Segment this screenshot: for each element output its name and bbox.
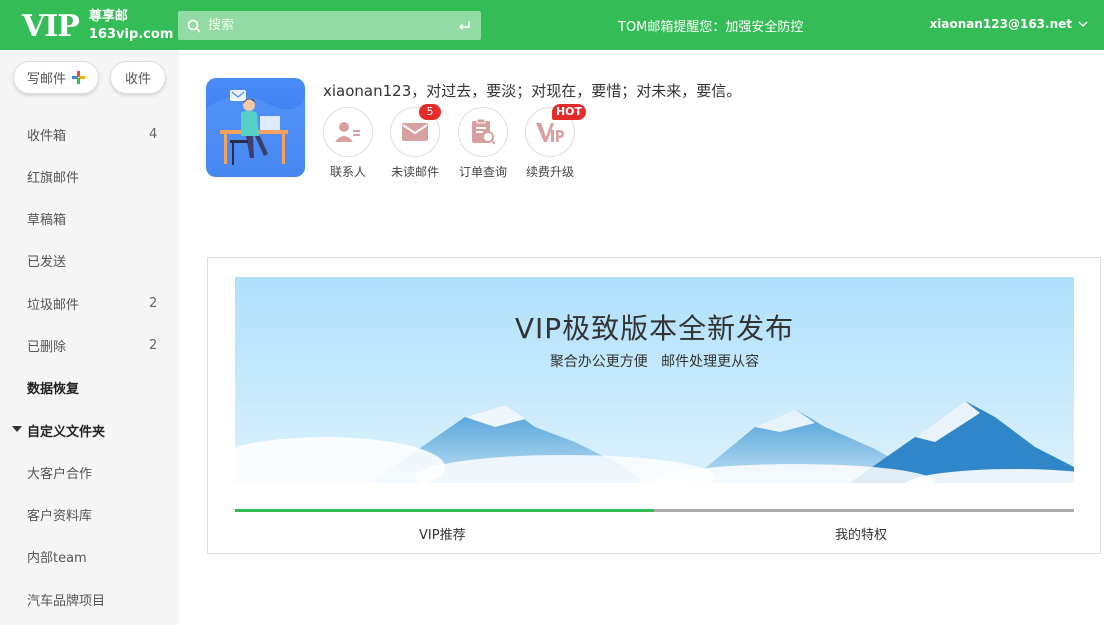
search-box[interactable] — [178, 11, 481, 40]
logo-text: 尊享邮 163vip.com — [89, 8, 174, 44]
logo[interactable]: VIP 尊享邮 163vip.com — [22, 6, 173, 46]
custom-folder-item[interactable]: 汽车品牌项目 — [0, 584, 179, 614]
caret-down-icon — [12, 426, 22, 432]
custom-folder-item[interactable]: 内部team — [0, 541, 179, 571]
avatar[interactable] — [206, 78, 305, 177]
quick-orders[interactable]: 订单查询 — [453, 107, 513, 180]
vip-icon — [536, 123, 564, 142]
banner-tab-bar — [235, 509, 1074, 512]
custom-folder-item[interactable]: 客户资料库 — [0, 499, 179, 529]
tab-my-privileges[interactable]: 我的特权 — [835, 524, 887, 543]
folder-spam[interactable]: 垃圾邮件 2 — [0, 288, 179, 318]
hot-badge: HOT — [551, 104, 586, 120]
logo-domain: 163vip.com — [88, 27, 174, 42]
promo-banner[interactable]: VIP极致版本全新发布 聚合办公更方便 邮件处理更从容 — [235, 277, 1074, 493]
security-notice: TOM邮箱提醒您：加强安全防控 — [618, 20, 804, 35]
folder-label: 汽车品牌项目 — [27, 593, 106, 609]
folder-label: 大客户合作 — [27, 466, 93, 482]
folder-label: 已发送 — [27, 254, 67, 270]
quick-renew[interactable]: HOT 续费升级 — [520, 104, 586, 180]
folder-label: 红旗邮件 — [27, 170, 80, 186]
folder-label: 收件箱 — [27, 128, 67, 144]
custom-folders-label: 自定义文件夹 — [27, 424, 106, 440]
search-icon — [187, 19, 201, 33]
account-menu[interactable]: xiaonan123@163.net — [930, 17, 1088, 31]
folder-label: 草稿箱 — [27, 212, 67, 228]
quick-label: 未读邮件 — [390, 165, 439, 179]
chevron-down-icon — [1078, 21, 1088, 27]
folder-inbox[interactable]: 收件箱 4 — [0, 119, 179, 149]
custom-folder-item[interactable]: 大客户合作 — [0, 457, 179, 487]
sidebar: 写邮件 收件 收件箱 4 红旗邮件 草稿箱 已发送 垃圾邮件 2 已删除 2 数… — [0, 50, 179, 625]
banner-subtitle: 聚合办公更方便 邮件处理更从容 — [549, 354, 760, 370]
folder-flagged[interactable]: 红旗邮件 — [0, 161, 179, 191]
receive-button[interactable]: 收件 — [110, 61, 166, 94]
folder-label: 已删除 — [27, 339, 67, 355]
plus-icon — [72, 71, 85, 84]
quick-unread[interactable]: 5 未读邮件 — [385, 104, 445, 180]
enter-icon[interactable] — [457, 19, 471, 33]
folder-label: 垃圾邮件 — [27, 297, 80, 313]
quick-label: 联系人 — [329, 165, 366, 179]
folder-label: 数据恢复 — [27, 381, 80, 397]
quick-contacts[interactable]: 联系人 — [318, 107, 378, 180]
folder-count: 2 — [149, 337, 158, 353]
folder-deleted[interactable]: 已删除 2 — [0, 330, 179, 360]
quick-contacts-circle — [323, 107, 373, 157]
top-bar: VIP 尊享邮 163vip.com TOM邮箱提醒您：加强安全防控 xiaon… — [0, 0, 1104, 50]
banner-title: VIP极致版本全新发布 — [514, 312, 795, 345]
promo-card: VIP极致版本全新发布 聚合办公更方便 邮件处理更从容 VIP推荐 我的特权 — [207, 257, 1101, 554]
quick-orders-circle — [458, 107, 508, 157]
custom-folders-header[interactable]: 自定义文件夹 — [0, 415, 179, 445]
folder-label: 客户资料库 — [27, 508, 93, 524]
avatar-illustration — [206, 78, 305, 177]
folder-drafts[interactable]: 草稿箱 — [0, 203, 179, 233]
order-icon — [472, 119, 495, 145]
unread-badge: 5 — [419, 104, 441, 120]
compose-label: 写邮件 — [26, 72, 66, 87]
contacts-icon — [335, 122, 360, 142]
quick-label: 续费升级 — [525, 165, 574, 179]
folder-data-recovery[interactable]: 数据恢复 — [0, 372, 179, 402]
mail-icon — [402, 123, 428, 141]
receive-label: 收件 — [124, 72, 151, 87]
account-email: xiaonan123@163.net — [929, 17, 1072, 31]
logo-cn: 尊享邮 — [88, 9, 128, 24]
active-tab-indicator — [235, 509, 654, 512]
compose-button[interactable]: 写邮件 — [13, 61, 99, 94]
profile-motto: xiaonan123，对过去，要淡；对现在，要惜；对未来，要信。 — [323, 82, 742, 100]
folder-sent[interactable]: 已发送 — [0, 245, 179, 275]
tab-vip-recommend[interactable]: VIP推荐 — [419, 524, 466, 543]
logo-vip: VIP — [22, 8, 80, 44]
search-input[interactable] — [208, 14, 457, 37]
quick-label: 订单查询 — [458, 165, 507, 179]
folder-count: 2 — [149, 295, 158, 311]
folder-count: 4 — [149, 126, 158, 142]
folder-label: 内部team — [27, 550, 87, 566]
